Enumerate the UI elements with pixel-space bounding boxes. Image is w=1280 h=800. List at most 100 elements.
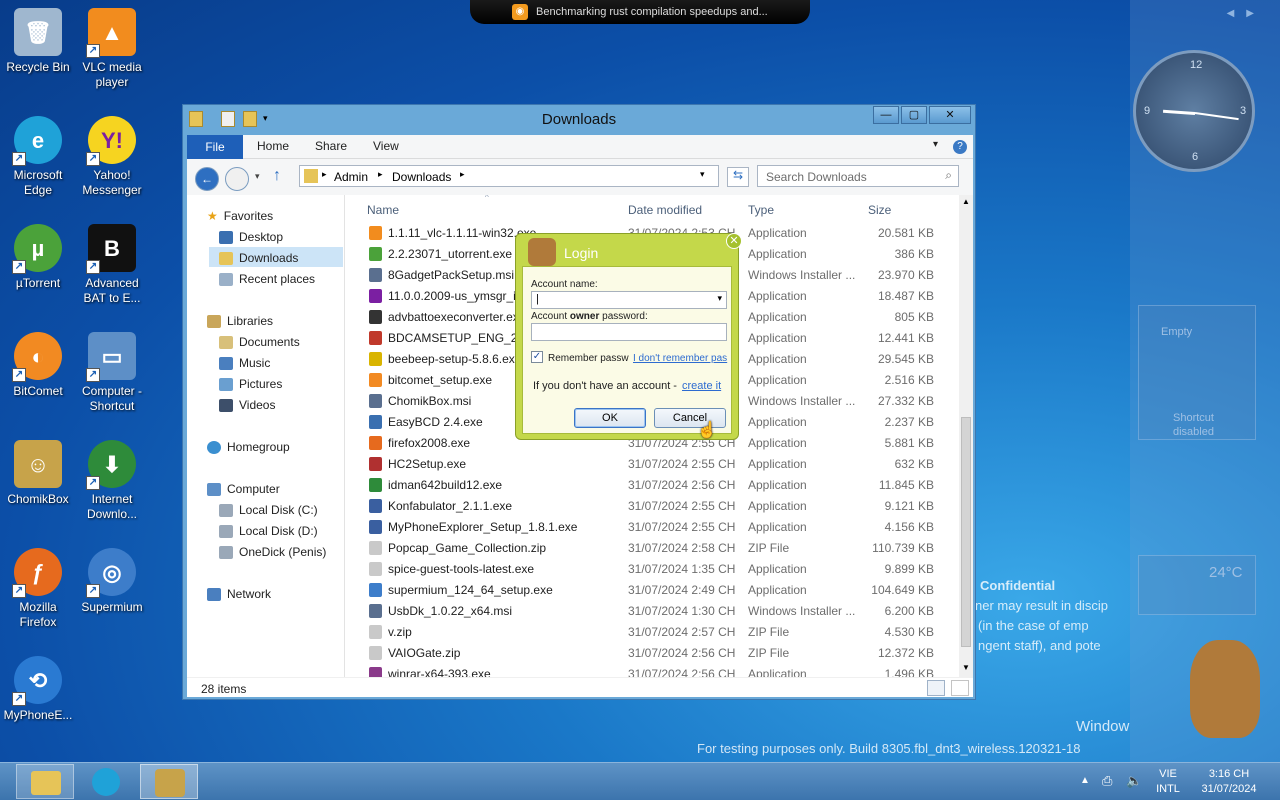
search-input[interactable]: Search Downloads ⌕ [757,165,959,187]
breadcrumb-admin[interactable]: Admin [334,170,368,184]
clock[interactable]: 3:16 CH 31/07/2024 [1192,767,1266,797]
table-row[interactable]: supermium_124_64_setup.exe 31/07/2024 2:4… [351,580,959,601]
advanced-bat-icon: B ↗ [86,224,136,274]
breadcrumb-separator-icon[interactable]: ▸ [460,169,465,180]
tab-share[interactable]: Share [315,139,347,153]
table-row[interactable]: winrar-x64-393.exe 31/07/2024 2:56 CH Appl… [351,664,959,677]
language-indicator[interactable]: VIE INTL [1148,767,1188,797]
remember-checkbox[interactable]: ✓ [531,351,543,363]
nav-item-downloads[interactable]: Downloads [219,251,298,265]
nav-item-local-disk-d[interactable]: Local Disk (D:) [219,524,318,538]
taskbar-edge[interactable] [78,764,136,799]
nav-favorites[interactable]: ★ Favorites [207,209,273,223]
file-type: Application [748,226,807,240]
back-button[interactable]: ← [195,167,219,191]
address-input[interactable]: ▸ Admin ▸ Downloads ▸ ▾ [299,165,719,187]
nav-network[interactable]: Network [207,587,271,601]
tab-view[interactable]: View [373,139,399,153]
column-header-size[interactable]: Size [868,203,891,217]
close-button[interactable]: ✕ [929,106,971,124]
ribbon-expand-icon[interactable]: ▾ [933,139,938,150]
weather-gadget[interactable]: 24°C [1138,555,1256,615]
desktop-icon-myphoneexplorer[interactable]: ⟲ ↗ MyPhoneE... [0,656,76,723]
nav-item-local-disk-c[interactable]: Local Disk (C:) [219,503,318,517]
table-row[interactable]: UsbDk_1.0.22_x64.msi 31/07/2024 1:30 CH Wi… [351,601,959,622]
nav-libraries[interactable]: Libraries [207,314,273,328]
slideshow-gadget[interactable]: Empty Shortcut disabled [1138,305,1256,440]
recent-locations-icon[interactable]: ▾ [255,171,260,182]
media-banner[interactable]: ◉ Benchmarking rust compilation speedups… [470,0,810,24]
file-size: 9.121 KB [884,499,934,513]
desktop-icon-firefox[interactable]: ƒ ↗ Mozilla Firefox [0,548,76,630]
up-button[interactable]: ↑ [273,167,281,185]
show-hidden-icons-icon[interactable]: ▲ [1080,775,1090,786]
column-header-date-modified[interactable]: Date modified [628,203,702,217]
network-icon[interactable]: ⎙ [1102,773,1112,789]
desktop-icon-chomikbox[interactable]: ☺ ChomikBox [0,440,76,507]
table-row[interactable]: MyPhoneExplorer_Setup_1.8.1.exe 31/07/202… [351,517,959,538]
table-row[interactable]: idman642build12.exe 31/07/2024 2:56 CH App… [351,475,959,496]
table-row[interactable]: HC2Setup.exe 31/07/2024 2:55 CH Applicatio… [351,454,959,475]
title-bar[interactable]: ▾ Downloads — ▢ ✕ [183,105,975,133]
column-header-name[interactable]: Name [367,203,399,217]
details-view-button[interactable] [927,680,945,696]
nav-item-desktop[interactable]: Desktop [219,230,283,244]
help-icon[interactable]: ? [953,140,967,154]
desktop-icon-computer[interactable]: ▭ ↗ Computer - Shortcut [74,332,150,414]
desktop-icon-recycle-bin[interactable]: 🗑 Recycle Bin [0,8,76,75]
table-row[interactable]: v.zip 31/07/2024 2:57 CH ZIP File 4.530 KB [351,622,959,643]
breadcrumb-downloads[interactable]: Downloads [392,170,451,184]
desktop-icon-supermium[interactable]: ◎ ↗ Supermium [74,548,150,615]
nav-homegroup[interactable]: Homegroup [207,440,290,454]
clock-gadget[interactable]: 12 3 6 9 [1133,50,1255,172]
table-row[interactable]: Konfabulator_2.1.1.exe 31/07/2024 2:55 CH… [351,496,959,517]
desktop-icon-advanced-bat[interactable]: B ↗ Advanced BAT to E... [74,224,150,306]
nav-item-videos[interactable]: Videos [219,398,275,412]
minimize-button[interactable]: — [873,106,899,124]
ok-button[interactable]: OK [574,408,646,428]
large-icons-view-button[interactable] [951,680,969,696]
refresh-button[interactable]: ⇆ [727,167,749,187]
nav-item-onedick[interactable]: OneDick (Penis) [219,545,326,559]
sidebar-nav-arrows[interactable]: ◀▶ [1227,8,1266,19]
chevron-down-icon[interactable]: ▾ [717,293,722,304]
address-dropdown-icon[interactable]: ▾ [700,169,705,180]
file-icon [369,310,382,324]
nav-computer[interactable]: Computer [207,482,280,496]
desktop-icon-idm[interactable]: ⬇ ↗ Internet Downlo... [74,440,150,522]
desktop-icon [219,230,233,244]
breadcrumb-separator-icon[interactable]: ▸ [378,169,383,180]
desktop-icon-yahoo-messenger[interactable]: Y! ↗ Yahoo! Messenger [74,116,150,198]
scroll-up-icon[interactable]: ▲ [962,197,970,206]
chomikbox-icon: ☺ [14,440,62,488]
taskbar-file-explorer[interactable] [16,764,74,799]
scroll-down-icon[interactable]: ▼ [962,663,970,672]
search-icon[interactable]: ⌕ [945,168,952,183]
password-field[interactable] [531,323,727,341]
scrollbar-thumb[interactable] [961,417,971,647]
column-header-type[interactable]: Type [748,203,774,217]
close-icon[interactable]: ✕ [726,233,742,249]
taskbar-chomikbox[interactable] [140,764,198,799]
nav-item-pictures[interactable]: Pictures [219,377,282,391]
nav-item-music[interactable]: Music [219,356,270,370]
desktop-icon-vlc[interactable]: ▲ ↗ VLC media player [74,8,150,90]
maximize-button[interactable]: ▢ [901,106,927,124]
chomik-mascot-icon[interactable] [1190,640,1260,738]
volume-muted-icon[interactable]: 🔈 [1126,773,1142,789]
nav-item-documents[interactable]: Documents [219,335,300,349]
table-row[interactable]: Popcap_Game_Collection.zip 31/07/2024 2:5… [351,538,959,559]
table-row[interactable]: spice-guest-tools-latest.exe 31/07/2024 1… [351,559,959,580]
desktop-icon-edge[interactable]: e ↗ Microsoft Edge [0,116,76,198]
tab-home[interactable]: Home [257,139,289,153]
account-name-combobox[interactable]: | ▾ [531,291,727,309]
desktop-icon-utorrent[interactable]: µ ↗ µTorrent [0,224,76,291]
forgot-password-link[interactable]: I don't remember pas [633,353,727,364]
desktop-icon-bitcomet[interactable]: ◐ ↗ BitComet [0,332,76,399]
tab-file[interactable]: File [187,135,243,159]
forward-button[interactable] [225,167,249,191]
table-row[interactable]: VAIOGate.zip 31/07/2024 2:56 CH ZIP File 12… [351,643,959,664]
login-form: Account name: | ▾ Account owner password… [522,266,732,434]
create-account-link[interactable]: create it [682,380,721,392]
nav-item-recent-places[interactable]: Recent places [219,272,315,286]
